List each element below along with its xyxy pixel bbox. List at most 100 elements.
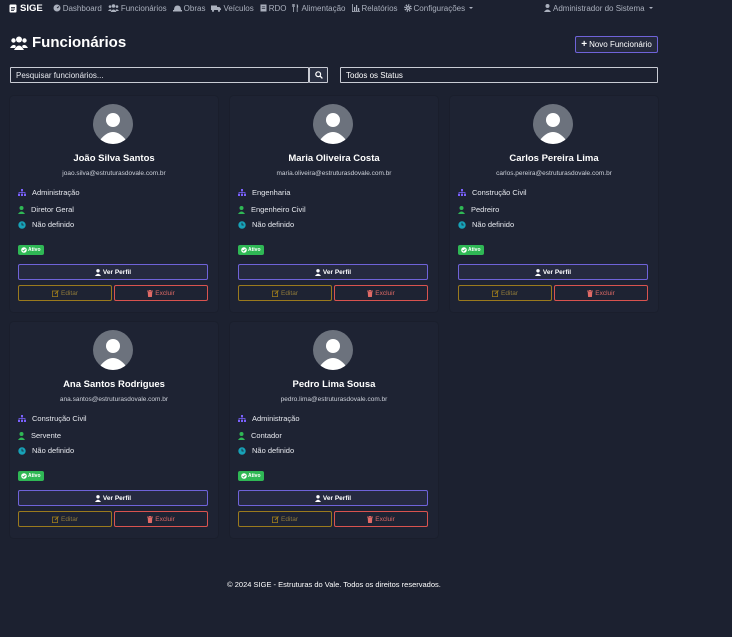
status-badge: Ativo bbox=[18, 471, 44, 481]
edit-button[interactable]: Editar bbox=[18, 511, 112, 527]
status-badge: Ativo bbox=[238, 245, 264, 255]
department-row: Administração bbox=[238, 414, 300, 423]
hardhat-icon bbox=[172, 5, 182, 11]
view-profile-button[interactable]: Ver Perfil bbox=[18, 490, 208, 506]
footer: © 2024 SIGE - Estruturas do Vale. Todos … bbox=[227, 580, 441, 589]
department-value: Construção Civil bbox=[472, 188, 527, 197]
search-button[interactable] bbox=[309, 67, 328, 83]
chevron-down-icon bbox=[648, 7, 653, 9]
edit-button[interactable]: Editar bbox=[458, 285, 552, 301]
avatar bbox=[93, 330, 133, 370]
trash-icon bbox=[367, 515, 374, 523]
search-input[interactable]: Pesquisar funcionários... bbox=[10, 67, 309, 83]
sitemap-icon bbox=[458, 189, 466, 196]
nav-label: Alimentação bbox=[301, 3, 346, 13]
nav-funcionarios[interactable]: Funcionários bbox=[107, 3, 167, 13]
trash-icon bbox=[587, 289, 594, 297]
employee-card: Ana Santos Rodrigues ana.santos@estrutura… bbox=[10, 322, 218, 538]
avatar bbox=[313, 330, 353, 370]
edit-label: Editar bbox=[281, 289, 298, 297]
employee-card: Carlos Pereira Lima carlos.pereira@estrut… bbox=[450, 96, 658, 312]
delete-label: Excluir bbox=[155, 289, 175, 297]
delete-button[interactable]: Excluir bbox=[334, 285, 428, 301]
nav-relatorios[interactable]: Relatórios bbox=[351, 3, 398, 13]
view-profile-label: Ver Perfil bbox=[542, 268, 572, 276]
delete-button[interactable]: Excluir bbox=[334, 511, 428, 527]
nav-alimentacao[interactable]: Alimentação bbox=[292, 3, 346, 13]
view-profile-button[interactable]: Ver Perfil bbox=[18, 264, 208, 280]
user-tie-icon bbox=[18, 205, 25, 214]
top-navbar: SIGE Dashboard Funcionários Obras Veícul… bbox=[0, 0, 732, 16]
role-row: Servente bbox=[18, 431, 61, 440]
user-icon bbox=[544, 4, 551, 12]
view-profile-label: Ver Perfil bbox=[102, 494, 132, 502]
utensils-icon bbox=[292, 4, 299, 12]
search-placeholder: Pesquisar funcionários... bbox=[16, 70, 104, 80]
edit-button[interactable]: Editar bbox=[238, 511, 332, 527]
role-row: Diretor Geral bbox=[18, 205, 74, 214]
user-menu[interactable]: Administrador do Sistema bbox=[544, 0, 653, 16]
status-label: Ativo bbox=[248, 473, 261, 479]
gear-icon bbox=[403, 4, 412, 12]
clock-icon bbox=[458, 220, 466, 229]
page-title: Funcionários bbox=[10, 34, 126, 51]
truck-icon bbox=[211, 5, 222, 12]
delete-label: Excluir bbox=[375, 289, 395, 297]
user-icon bbox=[94, 268, 101, 276]
edit-icon bbox=[492, 289, 499, 297]
delete-label: Excluir bbox=[375, 515, 395, 523]
nav-label: Configurações bbox=[413, 3, 466, 13]
page-title-text: Funcionários bbox=[32, 34, 127, 51]
edit-label: Editar bbox=[281, 515, 298, 523]
status-label: Ativo bbox=[28, 247, 41, 253]
edit-label: Editar bbox=[61, 289, 78, 297]
nav-label: Funcionários bbox=[120, 3, 167, 13]
new-employee-label: Novo Funcionário bbox=[589, 40, 652, 49]
employee-name: Pedro Lima Sousa bbox=[292, 379, 376, 390]
employee-email: joao.silva@estruturasdovale.com.br bbox=[62, 170, 166, 177]
nav-configuracoes[interactable]: Configurações bbox=[403, 3, 474, 13]
nav-veiculos[interactable]: Veículos bbox=[211, 4, 254, 13]
plus-icon: + bbox=[581, 38, 588, 50]
employee-email: ana.santos@estruturasdovale.com.br bbox=[59, 396, 169, 403]
nav-label: Relatórios bbox=[361, 3, 398, 13]
delete-button[interactable]: Excluir bbox=[114, 511, 208, 527]
new-employee-button[interactable]: + Novo Funcionário bbox=[575, 36, 658, 53]
schedule-value: Não definido bbox=[252, 220, 295, 229]
user-icon bbox=[314, 268, 321, 276]
delete-button[interactable]: Excluir bbox=[114, 285, 208, 301]
delete-button[interactable]: Excluir bbox=[554, 285, 648, 301]
edit-button[interactable]: Editar bbox=[18, 285, 112, 301]
document-icon bbox=[9, 4, 17, 12]
department-row: Construção Civil bbox=[18, 414, 87, 423]
avatar bbox=[533, 104, 573, 144]
role-value: Pedreiro bbox=[471, 205, 500, 214]
employee-email: pedro.lima@estruturasdovale.com.br bbox=[280, 396, 388, 403]
brand-label: SIGE bbox=[20, 2, 43, 14]
nav-label: RDO bbox=[268, 3, 287, 13]
role-row: Pedreiro bbox=[458, 205, 499, 214]
employee-card: Pedro Lima Sousa pedro.lima@estruturasdov… bbox=[230, 322, 438, 538]
brand[interactable]: SIGE bbox=[9, 3, 43, 14]
user-tie-icon bbox=[18, 431, 25, 440]
delete-label: Excluir bbox=[595, 289, 615, 297]
edit-button[interactable]: Editar bbox=[238, 285, 332, 301]
trash-icon bbox=[147, 289, 154, 297]
schedule-row: Não definido bbox=[238, 220, 294, 229]
nav-obras[interactable]: Obras bbox=[172, 4, 205, 13]
view-profile-button[interactable]: Ver Perfil bbox=[238, 490, 428, 506]
edit-icon bbox=[272, 289, 279, 297]
clock-icon bbox=[18, 220, 26, 229]
clock-icon bbox=[238, 220, 246, 229]
view-profile-button[interactable]: Ver Perfil bbox=[458, 264, 648, 280]
nav-rdo[interactable]: RDO bbox=[260, 3, 287, 13]
edit-icon bbox=[52, 289, 59, 297]
status-badge: Ativo bbox=[238, 471, 264, 481]
avatar bbox=[313, 104, 353, 144]
nav-dashboard[interactable]: Dashboard bbox=[53, 4, 102, 13]
status-badge: Ativo bbox=[458, 245, 484, 255]
employee-email: carlos.pereira@estruturasdovale.com.br bbox=[496, 170, 612, 177]
role-value: Servente bbox=[31, 431, 62, 440]
status-filter-select[interactable]: Todos os Status bbox=[340, 67, 658, 83]
view-profile-button[interactable]: Ver Perfil bbox=[238, 264, 428, 280]
